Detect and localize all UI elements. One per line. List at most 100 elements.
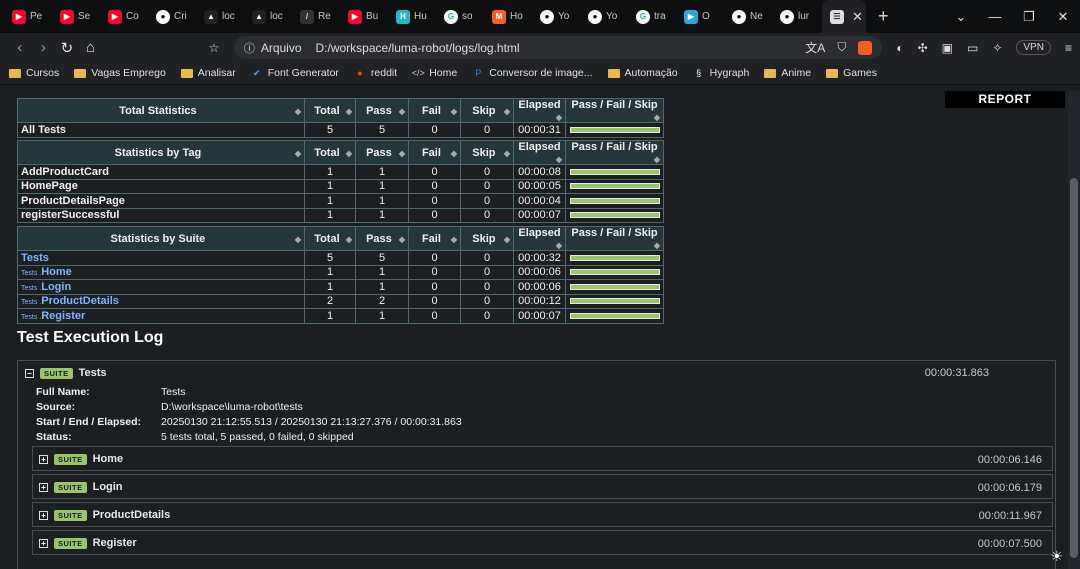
- bookmark-item[interactable]: P Conversor de image...: [472, 67, 592, 79]
- column-header[interactable]: Pass ◆: [355, 140, 409, 165]
- row-name[interactable]: Tests .ProductDetails: [17, 293, 305, 309]
- close-tab-icon[interactable]: ✕: [852, 9, 863, 25]
- row-name[interactable]: Tests: [17, 250, 305, 266]
- suite-header[interactable]: + SUITE Register: [39, 537, 137, 549]
- browser-tab[interactable]: ● Ne: [724, 0, 772, 33]
- reload-button[interactable]: ↻: [55, 39, 79, 57]
- suite-link[interactable]: Home: [41, 266, 72, 278]
- column-header[interactable]: Skip ◆: [460, 140, 514, 165]
- column-header[interactable]: Total ◆: [304, 226, 356, 251]
- bookmark-item[interactable]: § Hygraph: [693, 67, 749, 79]
- column-header[interactable]: Pass / Fail / Skip ◆: [565, 226, 664, 251]
- row-name[interactable]: Tests .Login: [17, 279, 305, 295]
- column-header[interactable]: Fail ◆: [408, 226, 461, 251]
- browser-tab[interactable]: ● Yo: [532, 0, 580, 33]
- puzzle-icon[interactable]: ✣: [918, 41, 928, 55]
- info-icon[interactable]: ⓘ: [244, 40, 255, 56]
- tab-search-icon[interactable]: ⌄: [944, 9, 978, 25]
- bookmark-item[interactable]: Automação: [607, 67, 678, 79]
- browser-tab[interactable]: ▶ Bu: [340, 0, 388, 33]
- collapse-toggle[interactable]: −: [25, 368, 34, 378]
- sidebar-icon[interactable]: ▣: [942, 41, 953, 55]
- column-header[interactable]: Pass ◆: [355, 226, 409, 251]
- expand-toggle[interactable]: +: [39, 454, 48, 464]
- address-bar[interactable]: ⓘ Arquivo D:/workspace/luma-robot/logs/l…: [233, 36, 883, 59]
- suite-link[interactable]: Tests: [21, 252, 49, 264]
- report-button[interactable]: REPORT: [945, 91, 1065, 108]
- browser-tab[interactable]: ● lur: [772, 0, 820, 33]
- bookmark-item[interactable]: Analisar: [180, 67, 236, 79]
- brave-shield-icon[interactable]: ⛉: [837, 40, 846, 55]
- minimize-button[interactable]: —: [978, 9, 1012, 24]
- bookmark-icon[interactable]: ☆: [202, 41, 226, 55]
- browser-tab[interactable]: ▲ loc: [244, 0, 292, 33]
- bookmark-item[interactable]: Vagas Emprego: [74, 67, 166, 79]
- bookmark-item[interactable]: ✔ Font Generator: [251, 67, 339, 79]
- suite-link[interactable]: ProductDetails: [41, 295, 119, 307]
- column-header[interactable]: Total ◆: [304, 140, 356, 165]
- bookmark-item[interactable]: Cursos: [9, 67, 59, 79]
- column-header-name[interactable]: Statistics by Suite ◆: [17, 226, 305, 251]
- row-name[interactable]: Tests .Register: [17, 308, 305, 324]
- column-header[interactable]: Elapsed ◆: [513, 140, 566, 165]
- browser-tab[interactable]: ● Cri: [148, 0, 196, 33]
- row-name[interactable]: Tests .Home: [17, 264, 305, 280]
- new-tab-button[interactable]: +: [878, 6, 889, 27]
- maximize-button[interactable]: ❐: [1012, 9, 1046, 25]
- suite-header[interactable]: + SUITE Home: [39, 453, 123, 465]
- browser-tab-active[interactable]: ☰ ✕: [822, 0, 866, 33]
- column-header[interactable]: Total ◆: [304, 98, 356, 123]
- url-text[interactable]: D:/workspace/luma-robot/logs/log.html: [316, 41, 520, 55]
- browser-tab[interactable]: ▲ loc: [196, 0, 244, 33]
- bookmark-item[interactable]: </> Home: [412, 67, 458, 79]
- browser-tab[interactable]: ▶ Co: [100, 0, 148, 33]
- source-link[interactable]: D:\workspace\luma-robot\tests: [161, 401, 303, 413]
- leo-ai-icon[interactable]: ✧: [992, 41, 1002, 55]
- scrollbar-thumb[interactable]: [1070, 178, 1078, 558]
- vpn-button[interactable]: VPN: [1016, 40, 1051, 55]
- theme-toggle-icon[interactable]: ☀: [1050, 548, 1063, 565]
- suite-link[interactable]: Login: [41, 281, 71, 293]
- browser-tab[interactable]: M Ho: [484, 0, 532, 33]
- column-header-name[interactable]: Total Statistics ◆: [17, 98, 305, 123]
- column-header[interactable]: Skip ◆: [460, 98, 514, 123]
- browser-tab[interactable]: H Hu: [388, 0, 436, 33]
- browser-tab[interactable]: ▶ O: [676, 0, 724, 33]
- bookmark-item[interactable]: ● reddit: [354, 67, 397, 79]
- home-button[interactable]: ⌂: [79, 39, 103, 56]
- suite-header[interactable]: + SUITE Login: [39, 481, 123, 493]
- suite-header[interactable]: + SUITE ProductDetails: [39, 509, 170, 521]
- column-header[interactable]: Pass ◆: [355, 98, 409, 123]
- back-button[interactable]: ‹: [8, 39, 32, 56]
- column-header[interactable]: Elapsed ◆: [513, 98, 566, 123]
- suite-prefix[interactable]: Tests .: [21, 299, 41, 306]
- column-header-name[interactable]: Statistics by Tag ◆: [17, 140, 305, 165]
- column-header[interactable]: Fail ◆: [408, 98, 461, 123]
- browser-tab[interactable]: ● Yo: [580, 0, 628, 33]
- column-header[interactable]: Pass / Fail / Skip ◆: [565, 98, 664, 123]
- suite-prefix[interactable]: Tests .: [21, 270, 41, 277]
- expand-toggle[interactable]: +: [39, 538, 48, 548]
- column-header[interactable]: Pass / Fail / Skip ◆: [565, 140, 664, 165]
- expand-toggle[interactable]: +: [39, 482, 48, 492]
- extension-icon[interactable]: ◐: [896, 41, 903, 55]
- browser-tab[interactable]: Gso: [436, 0, 484, 33]
- suite-prefix[interactable]: Tests .: [21, 285, 41, 292]
- suite-link[interactable]: Register: [41, 310, 85, 322]
- browser-tab[interactable]: ▶ Se: [52, 0, 100, 33]
- column-header[interactable]: Elapsed ◆: [513, 226, 566, 251]
- browser-tab[interactable]: / Re: [292, 0, 340, 33]
- column-header[interactable]: Skip ◆: [460, 226, 514, 251]
- expand-toggle[interactable]: +: [39, 510, 48, 520]
- column-header[interactable]: Fail ◆: [408, 140, 461, 165]
- menu-icon[interactable]: ≡: [1065, 41, 1072, 55]
- browser-tab[interactable]: ▶ Pe: [4, 0, 52, 33]
- bookmark-item[interactable]: Anime: [764, 67, 811, 79]
- brave-rewards-icon[interactable]: [858, 40, 873, 55]
- bookmark-item[interactable]: Games: [826, 67, 877, 79]
- wallet-icon[interactable]: ▭: [967, 41, 978, 55]
- forward-button[interactable]: ›: [32, 39, 56, 56]
- suite-prefix[interactable]: Tests .: [21, 314, 41, 321]
- browser-tab[interactable]: Gtra: [628, 0, 676, 33]
- close-window-button[interactable]: ✕: [1046, 9, 1080, 25]
